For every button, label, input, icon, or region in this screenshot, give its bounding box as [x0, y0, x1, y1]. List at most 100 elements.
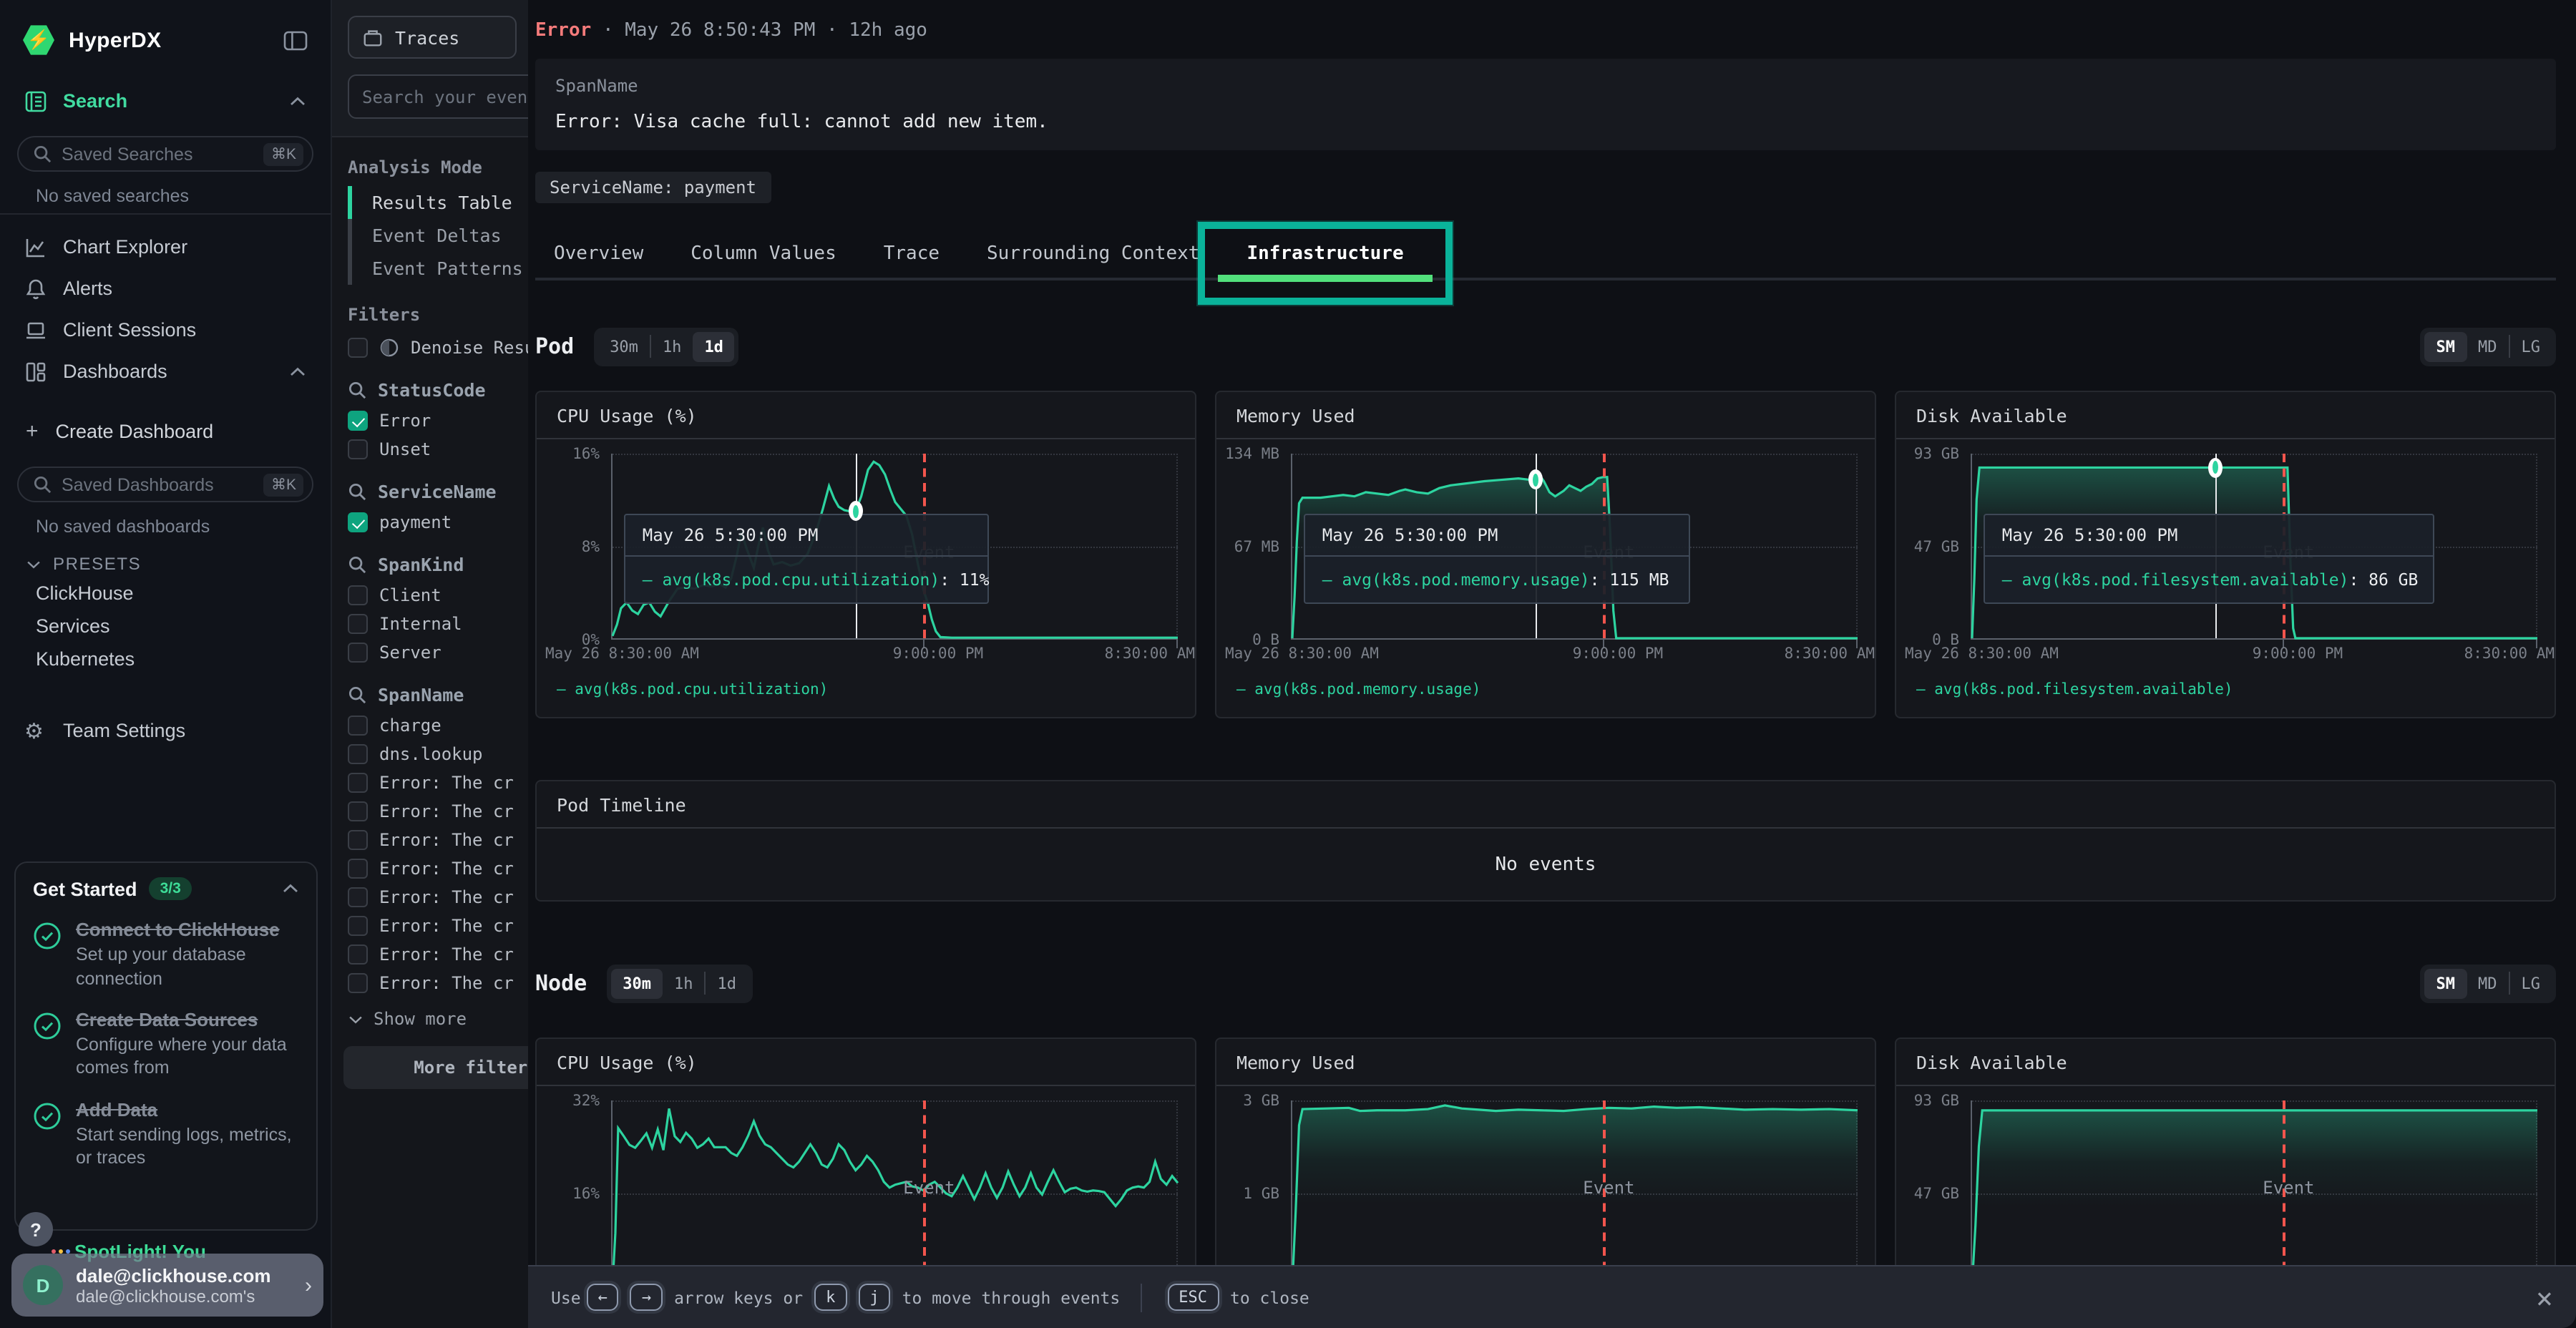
- tooltip-value-row: — avg(k8s.pod.filesystem.available): 86 …: [1985, 557, 2433, 602]
- checkbox[interactable]: [348, 916, 368, 936]
- sidebar-item-chart-explorer[interactable]: Chart Explorer: [0, 226, 331, 268]
- sidebar-item-team-settings[interactable]: ⚙ Team Settings: [0, 710, 331, 751]
- step-desc: Configure where your data comes from: [76, 1033, 298, 1080]
- get-started-progress-badge: 3/3: [149, 877, 192, 900]
- checkbox[interactable]: [348, 614, 368, 634]
- tab-overview[interactable]: Overview: [554, 229, 643, 278]
- saved-searches-input[interactable]: Saved Searches ⌘K: [17, 136, 313, 172]
- pod-timeline-card: Pod Timeline No events: [535, 780, 2556, 902]
- checkbox[interactable]: [348, 830, 368, 850]
- step-title: Create Data Sources: [76, 1009, 298, 1032]
- range-1h[interactable]: 1h: [663, 968, 705, 998]
- checkbox[interactable]: [348, 411, 368, 431]
- preset-clickhouse[interactable]: ClickHouse: [0, 577, 331, 610]
- checkbox[interactable]: [348, 801, 368, 821]
- checkbox[interactable]: [348, 643, 368, 663]
- tab-column-values[interactable]: Column Values: [691, 229, 836, 278]
- hyperdx-logo-icon: ⚡: [23, 24, 54, 56]
- brand-row: ⚡ HyperDX: [0, 0, 331, 80]
- y-tick-label: 47 GB: [1905, 1186, 1959, 1203]
- y-tick-label: 16%: [545, 446, 600, 463]
- checkbox[interactable]: [348, 944, 368, 965]
- checkbox[interactable]: [348, 585, 368, 605]
- pod-size-toggle: SM MD LG: [2421, 327, 2557, 366]
- no-saved-dashboards-text: No saved dashboards: [0, 502, 331, 542]
- chart-legend: — avg(k8s.pod.memory.usage): [1216, 668, 1875, 713]
- checkbox[interactable]: [348, 887, 368, 907]
- tooltip-timestamp: May 26 5:30:00 PM: [1985, 515, 2433, 557]
- checkbox[interactable]: [348, 439, 368, 459]
- range-1d[interactable]: 1d: [706, 968, 748, 998]
- y-axis: 32%16%: [537, 1100, 611, 1286]
- pod-section-title: Pod: [535, 333, 574, 359]
- create-dashboard-button[interactable]: + Create Dashboard: [0, 409, 331, 452]
- saved-dashboards-input[interactable]: Saved Dashboards ⌘K: [17, 467, 313, 502]
- source-select[interactable]: Traces: [348, 16, 517, 59]
- checkbox[interactable]: [348, 859, 368, 879]
- chart-plot-area: 93 GB47 GBEvent: [1896, 1100, 2537, 1286]
- chevron-up-icon[interactable]: [282, 883, 299, 894]
- sidebar-item-search[interactable]: Search: [0, 80, 331, 122]
- checkbox[interactable]: [348, 512, 368, 532]
- sidebar-item-label: Dashboards: [63, 361, 167, 382]
- filter-option-label: payment: [379, 512, 452, 532]
- y-tick-label: 8%: [545, 539, 600, 556]
- user-menu[interactable]: D dale@clickhouse.com dale@clickhouse.co…: [11, 1254, 323, 1317]
- left-arrow-key: ←: [587, 1284, 619, 1311]
- tooltip-timestamp: May 26 5:30:00 PM: [1305, 515, 1689, 557]
- event-marker-label: Event: [903, 1178, 955, 1198]
- plot: Event: [1291, 1100, 1858, 1286]
- tab-infrastructure[interactable]: Infrastructure: [1246, 229, 1403, 278]
- checkbox[interactable]: [348, 773, 368, 793]
- presets-toggle[interactable]: PRESETS: [0, 542, 331, 577]
- event-marker-label: Event: [1583, 1178, 1634, 1198]
- chevron-up-icon[interactable]: [289, 366, 306, 377]
- presets-label: PRESETS: [53, 554, 141, 574]
- range-30m[interactable]: 30m: [611, 968, 663, 998]
- get-started-step[interactable]: Create Data Sources Configure where your…: [33, 1009, 299, 1080]
- size-sm[interactable]: SM: [2425, 968, 2467, 998]
- chart-series-svg: [613, 1100, 1178, 1285]
- sidebar-item-client-sessions[interactable]: Client Sessions: [0, 309, 331, 351]
- chevron-up-icon[interactable]: [289, 95, 306, 107]
- range-1d[interactable]: 1d: [693, 331, 735, 361]
- checkbox[interactable]: [348, 744, 368, 764]
- sidebar-item-label: Alerts: [63, 278, 112, 299]
- y-tick-label: 93 GB: [1905, 1093, 1959, 1110]
- get-started-step[interactable]: Add Data Start sending logs, metrics, or…: [33, 1098, 299, 1170]
- filter-option-label: charge: [379, 716, 441, 736]
- tab-trace[interactable]: Trace: [884, 229, 940, 278]
- preset-services[interactable]: Services: [0, 610, 331, 643]
- size-md[interactable]: MD: [2467, 968, 2509, 998]
- size-sm[interactable]: SM: [2425, 331, 2467, 361]
- checkbox[interactable]: [348, 338, 368, 358]
- plot: EventMay 26 5:30:00 PM— avg(k8s.pod.memo…: [1291, 454, 1858, 640]
- tab-surrounding-context[interactable]: Surrounding Context: [987, 229, 1199, 278]
- range-1h[interactable]: 1h: [651, 331, 693, 361]
- checkbox[interactable]: [348, 973, 368, 993]
- plot: EventMay 26 5:30:00 PM— avg(k8s.pod.cpu.…: [611, 454, 1178, 640]
- close-icon[interactable]: ×: [2536, 1283, 2553, 1312]
- get-started-step[interactable]: Connect to ClickHouse Set up your databa…: [33, 919, 299, 990]
- preset-kubernetes[interactable]: Kubernetes: [0, 643, 331, 675]
- service-name-chip[interactable]: ServiceName: payment: [535, 172, 771, 203]
- collapse-sidebar-icon[interactable]: [283, 29, 308, 51]
- chart-title: Memory Used: [1216, 1039, 1875, 1086]
- size-md[interactable]: MD: [2467, 331, 2509, 361]
- team-settings-label: Team Settings: [63, 720, 185, 741]
- checkbox[interactable]: [348, 716, 368, 736]
- range-30m[interactable]: 30m: [598, 331, 650, 361]
- right-arrow-key: →: [630, 1284, 663, 1311]
- check-circle-icon: [33, 1101, 62, 1130]
- x-axis-labels: May 26 8:30:00 AM9:00:00 PM8:30:00 AM: [1971, 645, 2555, 668]
- bell-icon: [24, 277, 49, 300]
- tooltip-value-row: — avg(k8s.pod.memory.usage): 115 MB: [1305, 557, 1689, 602]
- help-button[interactable]: ?: [19, 1212, 53, 1246]
- size-lg[interactable]: LG: [2510, 331, 2552, 361]
- search-icon: [33, 145, 52, 163]
- filter-option-label: dns.lookup: [379, 744, 483, 764]
- sidebar-item-dashboards[interactable]: Dashboards: [0, 351, 331, 392]
- sidebar-item-alerts[interactable]: Alerts: [0, 268, 331, 309]
- y-axis: 93 GB47 GB0 B: [1896, 454, 1971, 640]
- size-lg[interactable]: LG: [2510, 968, 2552, 998]
